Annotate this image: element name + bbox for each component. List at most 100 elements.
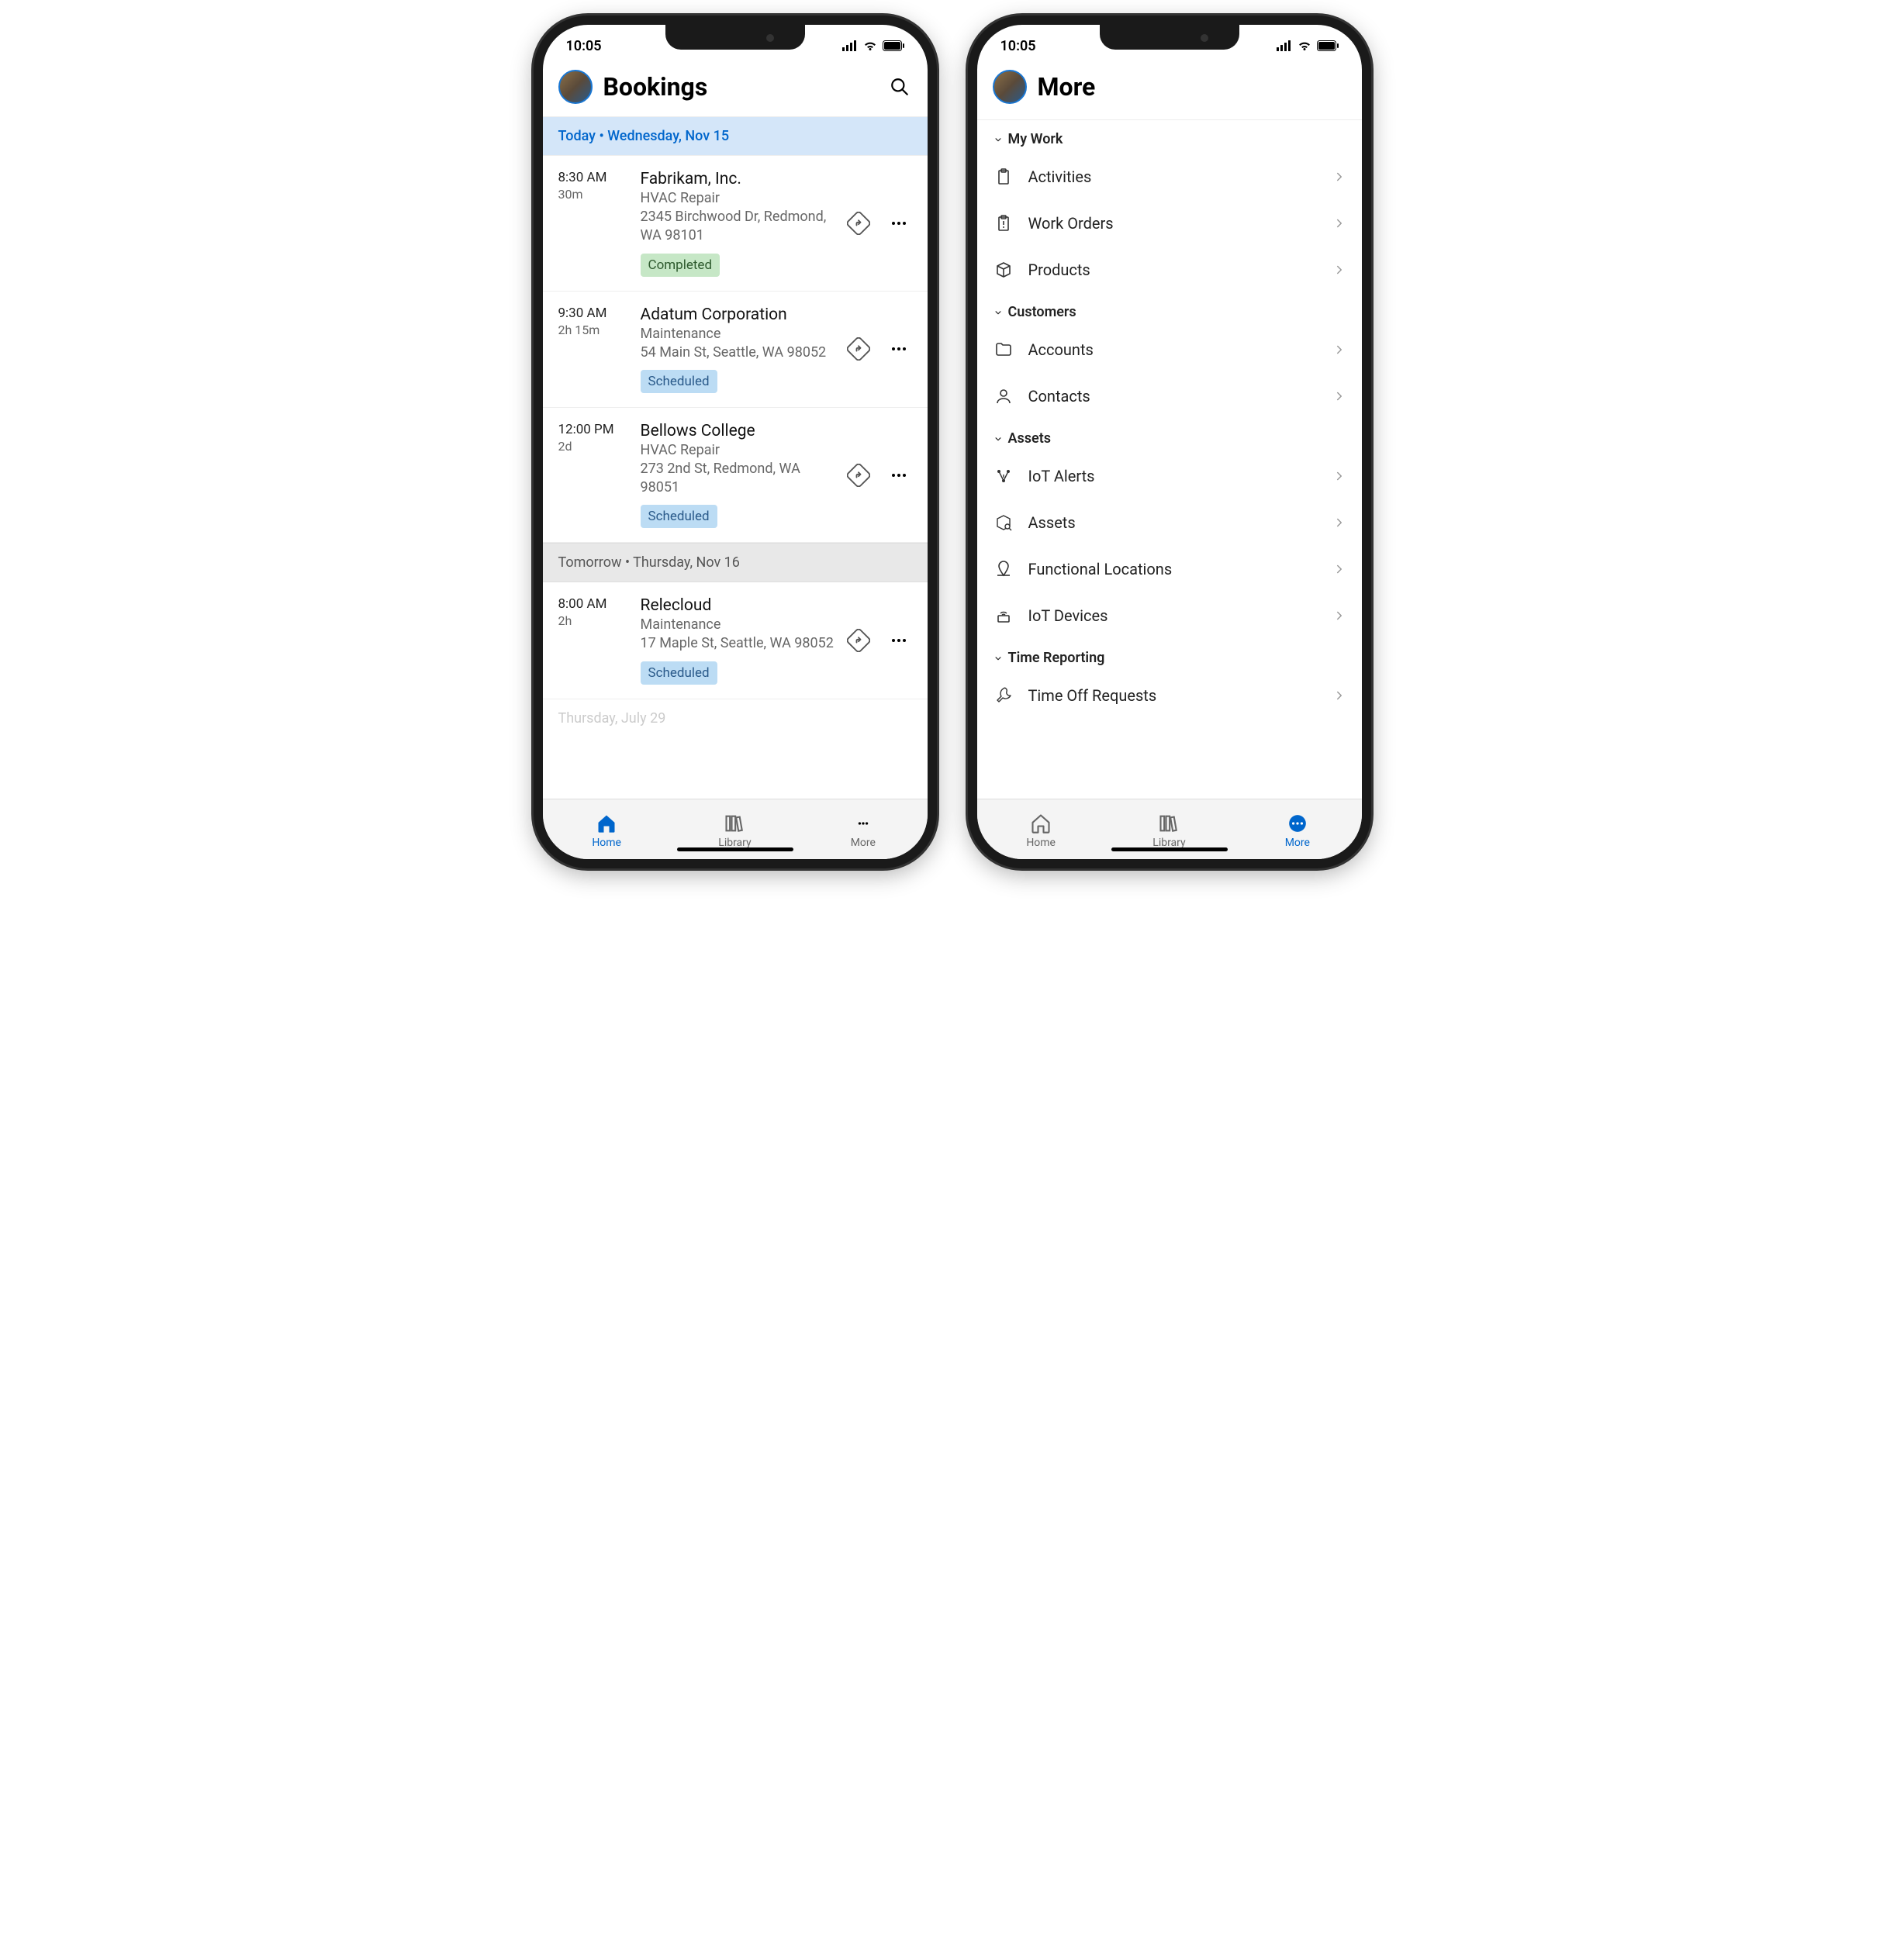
header: Bookings — [543, 62, 928, 116]
directions-button[interactable] — [845, 210, 872, 236]
page-title: More — [1038, 72, 1346, 102]
menu-item[interactable]: Products — [977, 247, 1362, 293]
today-banner: Today • Wednesday, Nov 15 — [543, 116, 928, 156]
phone-notch — [1100, 25, 1239, 50]
wifi-icon — [862, 40, 878, 51]
home-indicator[interactable] — [1111, 847, 1228, 851]
box-search-icon — [993, 512, 1014, 533]
booking-item[interactable]: 9:30 AM2h 15m Adatum Corporation Mainten… — [543, 292, 928, 408]
chevron-down-icon — [993, 134, 1004, 145]
menu-item[interactable]: Activities — [977, 154, 1362, 200]
booking-more-button[interactable] — [886, 627, 912, 654]
time-off-icon — [993, 685, 1014, 706]
box-icon — [993, 259, 1014, 281]
status-badge: Scheduled — [641, 505, 717, 528]
booking-time: 8:30 AM30m — [558, 170, 630, 277]
home-icon — [595, 812, 618, 835]
booking-body: Fabrikam, Inc. HVAC Repair 2345 Birchwoo… — [641, 170, 835, 277]
booking-customer: Fabrikam, Inc. — [641, 170, 835, 188]
header: More — [977, 62, 1362, 116]
battery-icon — [1317, 40, 1339, 51]
tab-more[interactable]: More — [824, 812, 902, 849]
section-name: Time Reporting — [1008, 650, 1105, 666]
bookings-list[interactable]: Today • Wednesday, Nov 15 8:30 AM30m Fab… — [543, 116, 928, 799]
chevron-down-icon — [993, 307, 1004, 318]
folder-icon — [993, 339, 1014, 361]
location-icon — [993, 558, 1014, 580]
booking-body: Adatum Corporation Maintenance 54 Main S… — [641, 305, 835, 393]
booking-address: 17 Maple St, Seattle, WA 98052 — [641, 634, 835, 653]
section-header[interactable]: Customers — [977, 293, 1362, 326]
search-button[interactable] — [887, 74, 912, 99]
menu-label: Work Orders — [1028, 214, 1318, 233]
phone-notch — [665, 25, 805, 50]
section-name: Customers — [1008, 304, 1076, 320]
booking-body: Bellows College HVAC Repair 273 2nd St, … — [641, 422, 835, 529]
menu-item[interactable]: IoT Alerts — [977, 453, 1362, 499]
chevron-right-icon — [1332, 389, 1346, 403]
menu-item[interactable]: Work Orders — [977, 200, 1362, 247]
booking-address: 2345 Birchwood Dr, Redmond, WA 98101 — [641, 208, 835, 246]
tab-home[interactable]: Home — [568, 812, 645, 849]
booking-more-button[interactable] — [886, 210, 912, 236]
booking-customer: Adatum Corporation — [641, 305, 835, 324]
avatar[interactable] — [993, 70, 1027, 104]
menu-label: Assets — [1028, 513, 1318, 532]
chevron-down-icon — [993, 433, 1004, 444]
chevron-right-icon — [1332, 562, 1346, 576]
person-icon — [993, 385, 1014, 407]
booking-more-button[interactable] — [886, 336, 912, 362]
signal-icon — [1277, 40, 1292, 51]
booking-customer: Bellows College — [641, 422, 835, 440]
page-title: Bookings — [603, 72, 876, 102]
chevron-right-icon — [1332, 689, 1346, 702]
wifi-icon — [1297, 40, 1312, 51]
tab-more-label: More — [1285, 837, 1310, 849]
section-header[interactable]: Time Reporting — [977, 639, 1362, 672]
menu-label: IoT Alerts — [1028, 467, 1318, 485]
booking-time: 9:30 AM2h 15m — [558, 305, 630, 393]
section-header[interactable]: Assets — [977, 419, 1362, 453]
directions-button[interactable] — [845, 627, 872, 654]
menu-item[interactable]: IoT Devices — [977, 592, 1362, 639]
booking-more-button[interactable] — [886, 462, 912, 488]
chevron-right-icon — [1332, 216, 1346, 230]
menu-item[interactable]: Contacts — [977, 373, 1362, 419]
tab-home-label: Home — [592, 837, 621, 849]
status-badge: Scheduled — [641, 661, 717, 685]
tab-more[interactable]: More — [1259, 812, 1336, 849]
booking-item[interactable]: 12:00 PM2d Bellows College HVAC Repair 2… — [543, 408, 928, 544]
booking-item[interactable]: 8:00 AM2h Relecloud Maintenance 17 Maple… — [543, 582, 928, 699]
booking-body: Relecloud Maintenance 17 Maple St, Seatt… — [641, 596, 835, 684]
menu-label: Accounts — [1028, 340, 1318, 359]
menu-item[interactable]: Assets — [977, 499, 1362, 546]
directions-button[interactable] — [845, 336, 872, 362]
menu-label: IoT Devices — [1028, 606, 1318, 625]
status-badge: Completed — [641, 254, 720, 277]
menu-label: Contacts — [1028, 387, 1318, 406]
menu-item[interactable]: Accounts — [977, 326, 1362, 373]
section-header[interactable]: My Work — [977, 120, 1362, 154]
search-icon — [890, 77, 910, 97]
booking-service: Maintenance — [641, 326, 835, 342]
menu-label: Products — [1028, 261, 1318, 279]
menu-item[interactable]: Functional Locations — [977, 546, 1362, 592]
signal-icon — [842, 40, 858, 51]
tab-home[interactable]: Home — [1002, 812, 1080, 849]
booking-customer: Relecloud — [641, 596, 835, 615]
booking-item[interactable]: 8:30 AM30m Fabrikam, Inc. HVAC Repair 23… — [543, 156, 928, 292]
tab-library[interactable]: Library — [696, 812, 773, 849]
chevron-right-icon — [1332, 343, 1346, 357]
more-icon — [1286, 812, 1309, 835]
directions-button[interactable] — [845, 462, 872, 488]
chevron-right-icon — [1332, 609, 1346, 623]
more-menu[interactable]: My Work Activities Work Orders Products … — [977, 120, 1362, 799]
clipboard-alert-icon — [993, 212, 1014, 234]
menu-item[interactable]: Time Off Requests — [977, 672, 1362, 719]
tab-library[interactable]: Library — [1130, 812, 1208, 849]
avatar[interactable] — [558, 70, 593, 104]
battery-icon — [883, 40, 904, 51]
home-indicator[interactable] — [677, 847, 793, 851]
booking-address: 273 2nd St, Redmond, WA 98051 — [641, 460, 835, 498]
menu-label: Time Off Requests — [1028, 686, 1318, 705]
